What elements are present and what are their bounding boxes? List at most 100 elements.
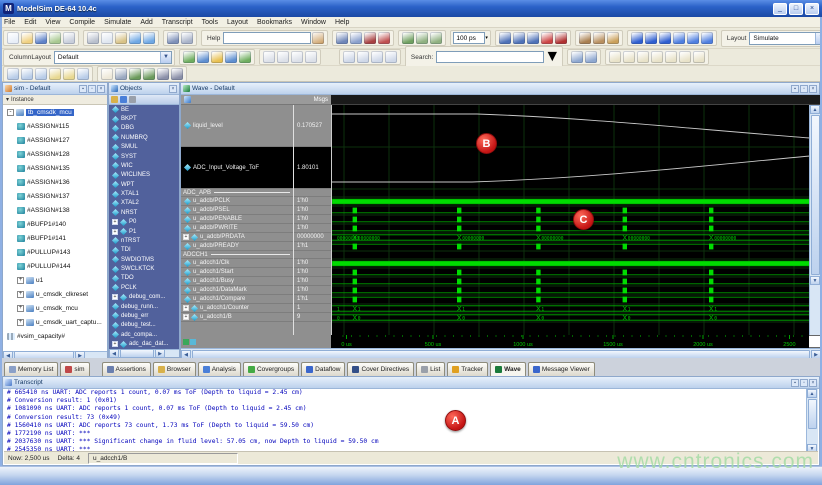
tree-item[interactable]: #BUFP1#141	[3, 231, 107, 245]
sim-close-icon[interactable]: ×	[97, 85, 105, 93]
step-over-icon[interactable]	[645, 32, 657, 44]
wave-marker-icon[interactable]	[190, 339, 196, 345]
wave-row-value[interactable]: 0.170527	[294, 105, 331, 147]
run-length-field[interactable]	[453, 32, 485, 44]
transcript-float-icon[interactable]: ▫	[800, 379, 808, 387]
tree-item[interactable]: #ASSIGN#136	[3, 175, 107, 189]
wave-row-value[interactable]: 00000000	[294, 233, 331, 242]
objects-hscrollbar[interactable]: ◀ ▶	[109, 349, 179, 357]
tree-expand-icon[interactable]: +	[17, 319, 24, 326]
wave-time-ruler[interactable]: 0 us500 us1000 us1500 us2000 us2500	[331, 335, 809, 348]
objects-item[interactable]: BE	[109, 105, 179, 114]
new-file-icon[interactable]	[7, 32, 19, 44]
environment-back-icon[interactable]	[416, 32, 428, 44]
step-out-icon[interactable]	[659, 32, 671, 44]
tree-item[interactable]: #PULLUP#143	[3, 245, 107, 259]
objects-options-icon[interactable]	[129, 96, 136, 103]
wave-row-name[interactable]: u_adcch1/Busy	[181, 277, 293, 286]
wave-row-value[interactable]: 1.80101	[294, 147, 331, 189]
wave-row-name[interactable]: +u_adcb/PRDATA	[181, 233, 293, 242]
objects-item[interactable]: +P0	[109, 218, 179, 227]
tree-item[interactable]: #ASSIGN#135	[3, 161, 107, 175]
wave-cursor-icon[interactable]	[183, 339, 189, 345]
copy-icon[interactable]	[101, 32, 113, 44]
select-mode-icon[interactable]	[263, 51, 275, 63]
objects-item[interactable]: WIC	[109, 161, 179, 170]
find-options-icon[interactable]	[181, 32, 193, 44]
objects-item[interactable]: nTRST	[109, 236, 179, 245]
menu-item-help[interactable]: Help	[335, 19, 349, 26]
wave-row-name[interactable]: u_adcch1/DataMark	[181, 286, 293, 295]
run-icon[interactable]	[499, 32, 511, 44]
objects-item[interactable]: BKPT	[109, 114, 179, 123]
objects-item[interactable]: adc_compa...	[109, 330, 179, 339]
minimize-icon[interactable]: _	[773, 3, 787, 15]
zoom-in-icon[interactable]	[7, 68, 19, 80]
wave-row-name[interactable]: +u_adcch1/Counter	[181, 304, 293, 313]
search-input[interactable]	[436, 51, 544, 63]
tree-item[interactable]: #ASSIGN#115	[3, 119, 107, 133]
tree-expand-icon[interactable]: +	[17, 291, 24, 298]
tree-item[interactable]: #vsim_capacity#	[3, 329, 107, 343]
tree-item[interactable]: +u_cmsdk_mcu	[3, 301, 107, 315]
objects-item[interactable]: debug_test...	[109, 321, 179, 330]
transcript-vscrollbar[interactable]: ▲ ▼	[806, 389, 818, 453]
find-icon[interactable]	[167, 32, 179, 44]
wave-group-icon[interactable]	[184, 96, 191, 103]
wave-row-name[interactable]: ADC_APB	[181, 189, 293, 197]
menu-item-file[interactable]: File	[4, 19, 15, 26]
add-to-list-icon[interactable]	[239, 51, 251, 63]
cursor-add-icon[interactable]	[343, 51, 355, 63]
previous-transition-icon[interactable]	[129, 68, 141, 80]
add-wave-selected-icon[interactable]	[225, 51, 237, 63]
compile-icon[interactable]	[336, 32, 348, 44]
wave-row-name[interactable]: u_adcb/PREADY	[181, 242, 293, 251]
open-folder-icon[interactable]	[21, 32, 33, 44]
objects-item[interactable]: NRST	[109, 208, 179, 217]
objects-item[interactable]: SWCLKTCK	[109, 264, 179, 273]
delete-cursor-icon[interactable]	[115, 68, 127, 80]
insert-cursor-icon[interactable]	[101, 68, 113, 80]
search-down-icon[interactable]	[571, 51, 583, 63]
simulate-start-icon[interactable]	[364, 32, 376, 44]
transcript-log[interactable]: # 665410 ns UART: ADC reports 1 count, 0…	[4, 389, 804, 453]
tree-item[interactable]: #BUFP1#140	[3, 217, 107, 231]
wave-row-name[interactable]: u_adcb/PENABLE	[181, 215, 293, 224]
continue-run-icon[interactable]	[513, 32, 525, 44]
wave-close-icon[interactable]: ×	[809, 85, 817, 93]
tree-item[interactable]: +u1	[3, 273, 107, 287]
tab-covergroups[interactable]: Covergroups	[243, 362, 299, 376]
wave-panel-header[interactable]: Wave - Default ▪ ▫ ×	[181, 83, 819, 95]
objects-item[interactable]: SWDIOTMS	[109, 255, 179, 264]
refresh-icon[interactable]	[607, 32, 619, 44]
sim-panel-header[interactable]: sim - Default ▪ ▫ ×	[3, 83, 107, 95]
run-all-icon[interactable]	[527, 32, 539, 44]
objects-item[interactable]: debug_err	[109, 311, 179, 320]
wave-row-name[interactable]: u_adcb/PSEL	[181, 206, 293, 215]
wave-row-name[interactable]: liquid_level	[181, 105, 293, 147]
chevron-down-icon[interactable]: ▼	[160, 52, 171, 63]
objects-panel-header[interactable]: Objects ×	[109, 83, 179, 95]
edit-mode-icon[interactable]	[291, 51, 303, 63]
expand-time-last-icon[interactable]	[609, 51, 621, 63]
zoom-full-icon[interactable]	[35, 68, 47, 80]
objects-item[interactable]: TDO	[109, 274, 179, 283]
objects-item[interactable]: NUMBRQ	[109, 133, 179, 142]
wave-dock-icon[interactable]: ▪	[791, 85, 799, 93]
tab-message-viewer[interactable]: Message Viewer	[528, 362, 595, 376]
sim-dock-icon[interactable]: ▪	[79, 85, 87, 93]
zoom-out-icon[interactable]	[21, 68, 33, 80]
close-icon[interactable]: ×	[805, 3, 819, 15]
collapse-time-all-icon[interactable]	[665, 51, 677, 63]
menu-item-simulate[interactable]: Simulate	[104, 19, 131, 26]
add-wave-icon[interactable]	[197, 51, 209, 63]
objects-expand-icon[interactable]: +	[112, 219, 118, 225]
save-icon[interactable]	[35, 32, 47, 44]
zoom-range-icon[interactable]	[77, 68, 89, 80]
title-bar[interactable]: M ModelSim DE-64 10.4c _ □ ×	[0, 0, 822, 17]
restart-icon[interactable]	[579, 32, 591, 44]
step-current-out-icon[interactable]	[701, 32, 713, 44]
stop-icon[interactable]	[555, 32, 567, 44]
objects-view-icon[interactable]	[120, 96, 127, 103]
break-icon[interactable]	[541, 32, 553, 44]
